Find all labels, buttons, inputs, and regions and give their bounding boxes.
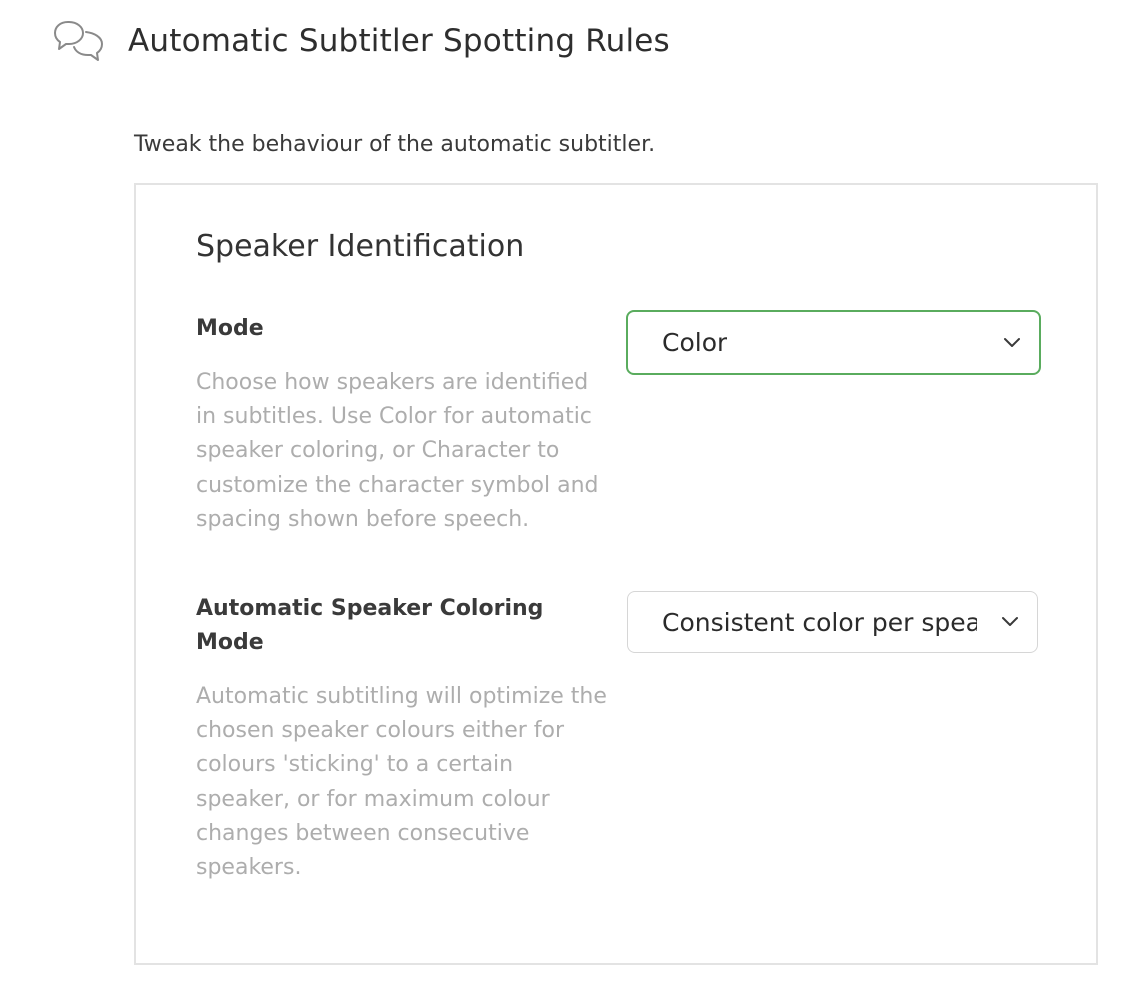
chevron-down-icon: [1002, 617, 1018, 626]
chevron-down-icon: [1004, 337, 1020, 347]
section-title: Speaker Identification: [196, 229, 525, 264]
mode-description: Choose how speakers are identified in su…: [196, 370, 599, 532]
page-title: Automatic Subtitler Spotting Rules: [128, 23, 670, 59]
coloring-mode-select[interactable]: Consistent color per speaker: [627, 591, 1038, 653]
chat-bubbles-icon: [52, 17, 106, 65]
page-header: Automatic Subtitler Spotting Rules: [52, 14, 670, 68]
coloring-mode-setting: Automatic Speaker Coloring Mode Automati…: [196, 592, 616, 885]
mode-label: Mode: [196, 316, 264, 341]
intro-text: Tweak the behaviour of the automatic sub…: [134, 132, 656, 157]
mode-select[interactable]: Color: [626, 310, 1041, 375]
coloring-mode-label: Automatic Speaker Coloring Mode: [196, 596, 544, 655]
mode-select-value: Color: [662, 328, 728, 357]
speaker-identification-panel: Speaker Identification Mode Choose how s…: [134, 183, 1098, 965]
mode-setting: Mode Choose how speakers are identified …: [196, 312, 616, 537]
coloring-mode-select-value: Consistent color per speaker: [662, 607, 977, 637]
coloring-mode-description: Automatic subtitling will optimize the c…: [196, 684, 607, 881]
